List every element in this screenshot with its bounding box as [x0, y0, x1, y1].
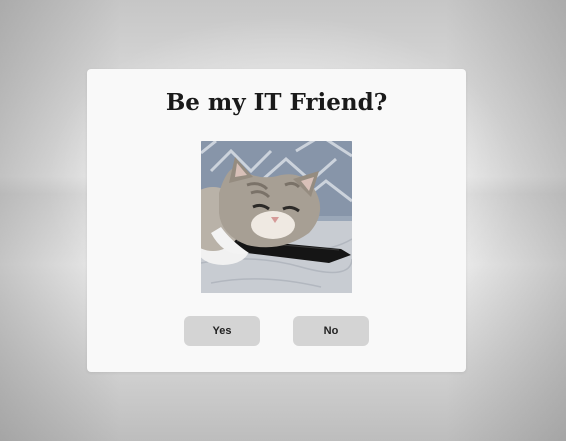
cat-illustration: [201, 141, 352, 293]
cat-photo: [201, 141, 352, 293]
no-button[interactable]: No: [293, 316, 369, 346]
title-bold-text: Friend?: [289, 89, 388, 116]
yes-button[interactable]: Yes: [184, 316, 260, 346]
dialog-title: Be my IT Friend?: [87, 89, 466, 116]
dialog-card: Be my IT Friend? Yes No: [87, 69, 466, 372]
title-normal-text: Be my IT: [165, 89, 290, 116]
